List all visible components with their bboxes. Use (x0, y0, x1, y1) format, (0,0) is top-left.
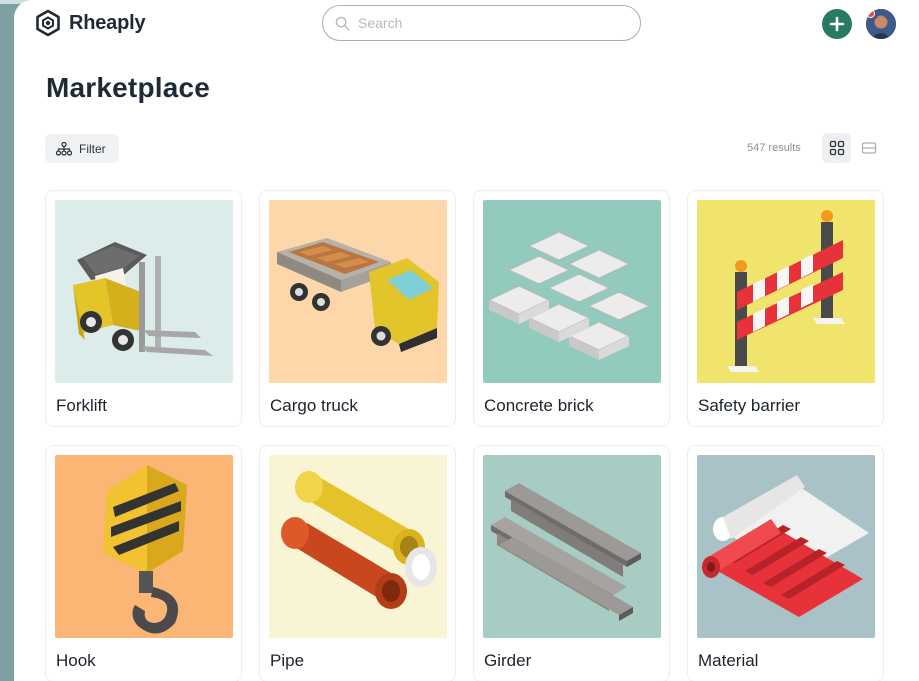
product-thumbnail (269, 200, 447, 383)
top-header: Rheaply (14, 0, 919, 50)
product-thumbnail (697, 200, 875, 383)
add-button[interactable] (822, 9, 852, 39)
product-thumbnail (55, 200, 233, 383)
notification-dot (866, 9, 875, 18)
product-card-safety-barrier[interactable]: Safety barrier (687, 190, 884, 427)
cargo-truck-image (269, 200, 447, 383)
product-title: Material (698, 651, 759, 670)
view-toggle (822, 133, 883, 163)
product-card-forklift[interactable]: Forklift (45, 190, 242, 427)
plus-icon (829, 16, 845, 32)
logo[interactable]: Rheaply (34, 9, 146, 37)
page-title: Marketplace (46, 72, 211, 103)
filter-hierarchy-icon (56, 141, 72, 156)
user-avatar[interactable] (866, 9, 896, 39)
material-roll-image (697, 455, 875, 638)
product-title: Girder (484, 651, 532, 670)
search-icon (335, 16, 350, 30)
product-card-concrete-brick[interactable]: Concrete brick (473, 190, 670, 427)
product-grid: Forklift Cargo truck Concrete brick Safe… (45, 190, 884, 681)
product-title: Safety barrier (698, 396, 801, 415)
list-view-icon (861, 142, 876, 154)
app-window: Rheaply Marketplace (14, 0, 919, 681)
list-view-button[interactable] (854, 133, 883, 163)
product-title: Cargo truck (270, 396, 358, 415)
product-thumbnail (55, 455, 233, 638)
search-input[interactable] (358, 15, 618, 31)
concrete-brick-image (483, 200, 661, 383)
girder-image (483, 455, 661, 638)
product-thumbnail (269, 455, 447, 638)
results-count: 547 results (747, 142, 801, 154)
pipe-image (269, 455, 447, 638)
grid-view-icon (829, 140, 844, 156)
thumbnail-background (697, 200, 875, 383)
product-card-hook[interactable]: Hook (45, 445, 242, 681)
filter-button[interactable]: Filter (45, 134, 119, 163)
app-name: Rheaply (69, 11, 146, 34)
product-title: Concrete brick (484, 396, 594, 415)
product-title: Pipe (270, 651, 305, 670)
hexagon-logo-icon (36, 9, 60, 37)
product-card-girder[interactable]: Girder (473, 445, 670, 681)
product-thumbnail (483, 455, 661, 638)
product-title: Hook (56, 651, 96, 670)
product-card-cargo-truck[interactable]: Cargo truck (259, 190, 456, 427)
forklift-image (55, 200, 233, 383)
product-card-material[interactable]: Material (687, 445, 884, 681)
product-card-pipe[interactable]: Pipe (259, 445, 456, 681)
product-thumbnail (697, 455, 875, 638)
grid-view-button[interactable] (822, 133, 851, 163)
filter-label: Filter (79, 141, 106, 156)
safety-barrier-image (697, 200, 875, 383)
search-bar[interactable] (322, 5, 641, 41)
product-title: Forklift (56, 396, 107, 415)
crane-hook-image (55, 455, 233, 638)
product-thumbnail (483, 200, 661, 383)
